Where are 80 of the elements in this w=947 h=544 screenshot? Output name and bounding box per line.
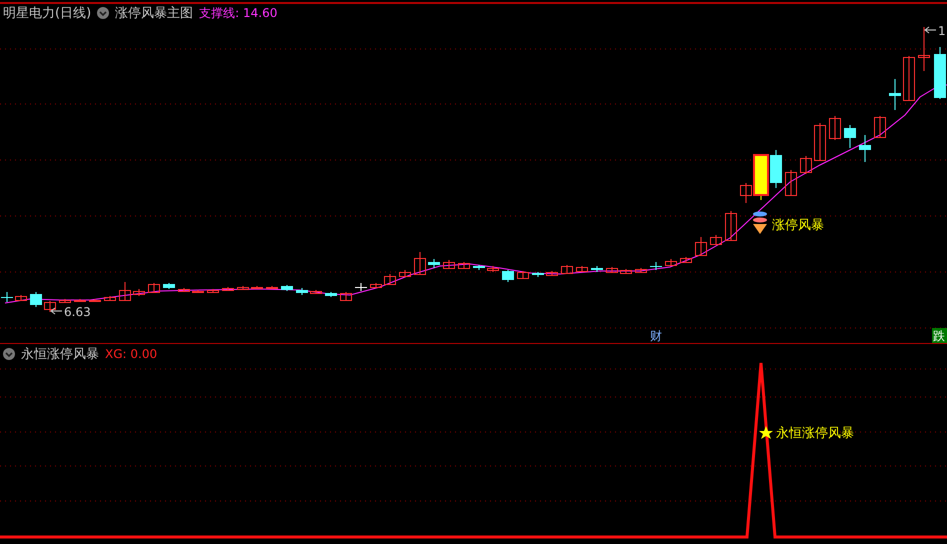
candlestick bbox=[635, 268, 647, 274]
candlestick bbox=[340, 292, 352, 302]
candlestick bbox=[650, 262, 662, 270]
candlestick bbox=[30, 292, 42, 308]
candlestick bbox=[680, 256, 692, 264]
candlestick bbox=[399, 270, 411, 278]
candlestick bbox=[207, 288, 219, 294]
candlestick bbox=[1, 292, 13, 302]
support-line-reading: 支撑线: 14.60 bbox=[199, 4, 278, 22]
candlestick bbox=[695, 236, 707, 256]
candlestick bbox=[222, 286, 234, 292]
signal-label: 涨停风暴 bbox=[772, 218, 824, 233]
candlestick bbox=[370, 282, 382, 288]
candlestick bbox=[918, 26, 930, 72]
candlestick bbox=[15, 294, 27, 302]
candlestick bbox=[502, 270, 514, 282]
dropdown-icon[interactable] bbox=[3, 348, 15, 360]
signal-label: 永恒涨停风暴 bbox=[776, 426, 854, 441]
candlestick bbox=[665, 258, 677, 266]
indicator-name: 涨停风暴主图 bbox=[115, 5, 194, 22]
candlestick bbox=[59, 298, 71, 304]
candlestick bbox=[487, 266, 499, 272]
candlestick bbox=[310, 290, 322, 294]
candlestick bbox=[163, 282, 175, 290]
candlestick bbox=[591, 266, 603, 272]
candlestick bbox=[546, 270, 558, 276]
xg-reading: XG: 0.00 bbox=[105, 346, 158, 360]
low-price-label: 6.63 bbox=[64, 305, 91, 319]
candlestick bbox=[829, 116, 841, 140]
candlestick bbox=[620, 268, 632, 274]
candlestick bbox=[148, 282, 160, 294]
candlestick bbox=[44, 300, 56, 312]
candlestick bbox=[517, 270, 529, 280]
candlestick bbox=[770, 150, 782, 188]
candlestick bbox=[89, 298, 101, 302]
star-icon bbox=[759, 426, 773, 439]
candlestick bbox=[74, 298, 86, 302]
layered-gem-icon bbox=[753, 212, 767, 234]
candlestick bbox=[889, 78, 901, 110]
candlestick bbox=[725, 210, 737, 242]
candlestick bbox=[874, 116, 886, 138]
candlestick bbox=[814, 122, 826, 162]
candlestick bbox=[104, 296, 116, 302]
candlestick bbox=[355, 282, 367, 292]
high-price-label: 1 bbox=[938, 24, 946, 38]
candlestick bbox=[859, 134, 871, 162]
indicator-name: 永恒涨停风暴 bbox=[21, 346, 99, 362]
candlestick bbox=[325, 292, 337, 298]
candlestick bbox=[561, 264, 573, 274]
candlestick bbox=[237, 286, 249, 290]
arrow-icon bbox=[50, 308, 62, 314]
candlestick bbox=[800, 156, 812, 174]
candlestick bbox=[133, 288, 145, 296]
candlestick bbox=[903, 56, 915, 102]
candlestick bbox=[178, 288, 190, 292]
fall-marker-background bbox=[932, 328, 947, 343]
candlestick bbox=[384, 274, 396, 286]
candlestick bbox=[443, 260, 455, 270]
candlestick bbox=[414, 252, 426, 276]
candlestick bbox=[606, 266, 618, 274]
candlestick bbox=[119, 282, 131, 302]
candlestick bbox=[576, 266, 588, 272]
dropdown-icon[interactable] bbox=[97, 7, 110, 19]
candlestick bbox=[458, 262, 470, 270]
fall-marker[interactable]: 跌 bbox=[933, 329, 945, 343]
candlestick bbox=[266, 286, 278, 290]
stock-title: 明星电力(日线) bbox=[3, 5, 92, 22]
candlestick bbox=[192, 290, 204, 294]
candlestick bbox=[710, 234, 722, 246]
candlestick bbox=[532, 272, 544, 278]
candlestick bbox=[296, 288, 308, 296]
candlestick bbox=[251, 286, 263, 290]
candlestick bbox=[785, 170, 797, 196]
arrow-icon bbox=[924, 26, 936, 34]
candlestick bbox=[281, 284, 293, 292]
candlestick bbox=[428, 258, 440, 268]
candlestick bbox=[844, 124, 856, 148]
candlestick bbox=[934, 46, 946, 100]
finance-marker[interactable]: 财 bbox=[650, 329, 662, 343]
candlestick bbox=[473, 264, 485, 270]
